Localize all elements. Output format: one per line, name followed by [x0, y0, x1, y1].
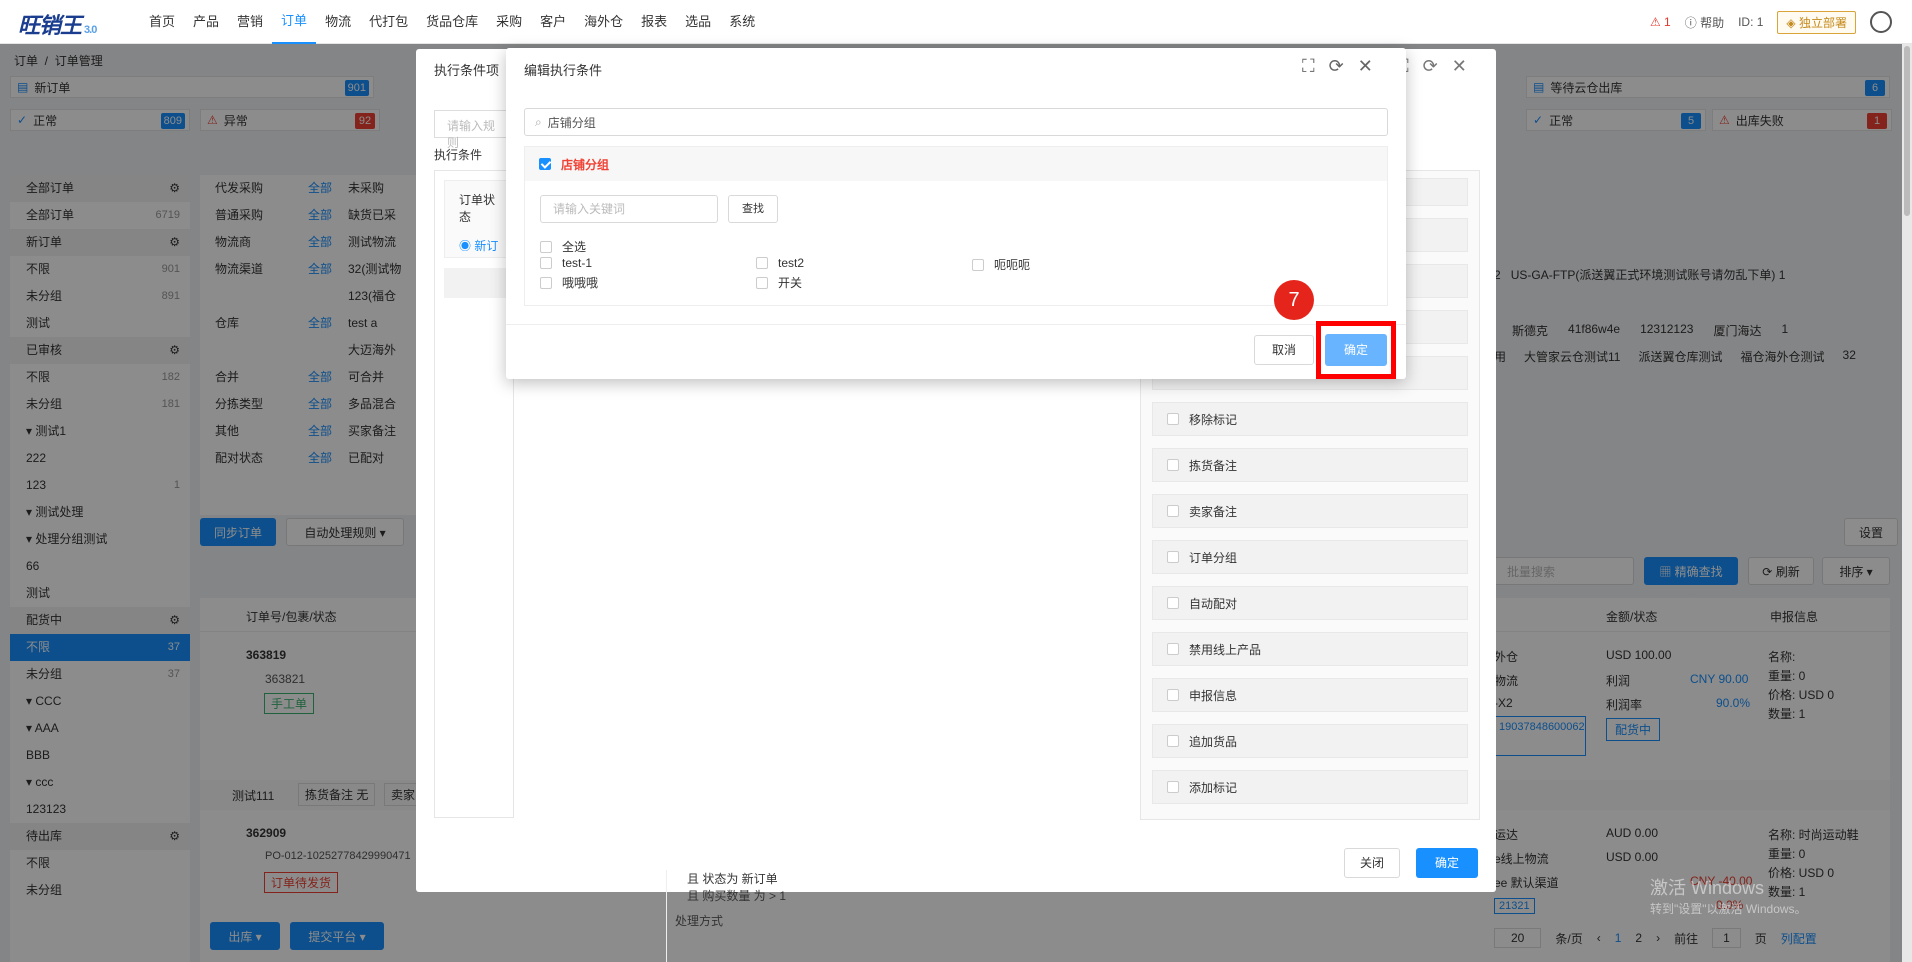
- main-nav: 首页 产品 营销 订单 物流 代打包 货品仓库 采购 客户 海外仓 报表 选品 …: [140, 0, 764, 44]
- modal1-window-controls: ⛶ ⟳ ✕: [1396, 56, 1467, 77]
- option-declaration[interactable]: 申报信息: [1152, 678, 1468, 712]
- shop-switch-checkbox[interactable]: 开关: [756, 274, 802, 291]
- nav-product[interactable]: 产品: [184, 0, 228, 44]
- option-add-mark[interactable]: 添加标记: [1152, 770, 1468, 804]
- search-icon: ⌕: [535, 114, 542, 129]
- app-logo[interactable]: 旺销王 3.0: [18, 8, 97, 40]
- fullscreen-icon[interactable]: ⛶: [1302, 56, 1315, 77]
- store-group-header[interactable]: 店铺分组: [525, 147, 1387, 181]
- nav-warehouse[interactable]: 货品仓库: [417, 0, 487, 44]
- edit-condition-title: 编辑执行条件: [524, 63, 603, 78]
- modal1-ok-button[interactable]: 确定: [1416, 848, 1478, 878]
- nav-report[interactable]: 报表: [632, 0, 676, 44]
- option-pick-note[interactable]: 拣货备注: [1152, 448, 1468, 482]
- keyword-input[interactable]: 请输入关键词: [540, 195, 718, 223]
- order-status-box: 订单状态 ◉ 新订: [444, 180, 514, 258]
- modal2-footer-divider: [506, 324, 1406, 325]
- modal2-window-controls: ⛶ ⟳ ✕: [1302, 56, 1373, 77]
- close-icon[interactable]: ✕: [1452, 56, 1467, 77]
- condition-row: [444, 268, 514, 298]
- option-order-group[interactable]: 订单分组: [1152, 540, 1468, 574]
- user-avatar-icon[interactable]: [1870, 11, 1892, 33]
- alert-indicator[interactable]: ⚠ 1: [1650, 15, 1671, 29]
- select-all-checkbox[interactable]: 全选: [540, 238, 586, 255]
- rule-search-input[interactable]: 请输入规则: [434, 110, 514, 150]
- close-icon[interactable]: ✕: [1358, 56, 1373, 77]
- condition-label: 执行条件: [434, 148, 483, 162]
- nav-logistics[interactable]: 物流: [316, 0, 360, 44]
- deploy-button[interactable]: ◈ 独立部署: [1777, 10, 1856, 34]
- nav-order[interactable]: 订单: [272, 0, 317, 44]
- option-remove-mark[interactable]: 移除标记: [1152, 402, 1468, 436]
- nav-overseas[interactable]: 海外仓: [575, 0, 632, 44]
- option-disable-online[interactable]: 禁用线上产品: [1152, 632, 1468, 666]
- find-button[interactable]: 查找: [728, 195, 778, 223]
- shop-test2-checkbox[interactable]: test2: [756, 256, 804, 270]
- nav-selection[interactable]: 选品: [676, 0, 720, 44]
- refresh-icon[interactable]: ⟳: [1423, 56, 1438, 77]
- condition-search-input[interactable]: ⌕ 店铺分组: [524, 108, 1388, 136]
- option-auto-match[interactable]: 自动配对: [1152, 586, 1468, 620]
- refresh-icon[interactable]: ⟳: [1329, 56, 1344, 77]
- nav-customer[interactable]: 客户: [531, 0, 575, 44]
- page-scrollbar[interactable]: [1902, 44, 1912, 962]
- nav-purchase[interactable]: 采购: [487, 0, 531, 44]
- shop-ooo-checkbox[interactable]: 哦哦哦: [540, 274, 598, 291]
- rule-summary: 且 状态为 新订单 且 购买数量 为 > 1 处理方式: [666, 870, 1296, 962]
- top-right-tools: ⚠ 1 ⓘ 帮助 ID: 1 ◈ 独立部署: [1650, 0, 1892, 44]
- shop-test-1-checkbox[interactable]: test-1: [540, 256, 592, 270]
- nav-marketing[interactable]: 营销: [228, 0, 272, 44]
- user-id: ID: 1: [1738, 15, 1764, 29]
- nav-system[interactable]: 系统: [720, 0, 764, 44]
- nav-home[interactable]: 首页: [140, 0, 184, 44]
- modal2-cancel-button[interactable]: 取消: [1254, 335, 1314, 365]
- option-seller-note[interactable]: 卖家备注: [1152, 494, 1468, 528]
- shop-eee-checkbox[interactable]: 呃呃呃: [972, 256, 1030, 273]
- condition-items-title: 执行条件项: [434, 63, 500, 78]
- windows-watermark-sub: 转到"设置"以激活 Windows。: [1650, 902, 1807, 916]
- help-link[interactable]: ⓘ 帮助: [1685, 14, 1724, 31]
- modal1-close-button[interactable]: 关闭: [1344, 848, 1400, 878]
- windows-watermark: 激活 Windows: [1650, 878, 1765, 898]
- modal2-ok-button[interactable]: 确定: [1325, 334, 1387, 366]
- step-number-badge: 7: [1274, 280, 1314, 320]
- option-append-goods[interactable]: 追加货品: [1152, 724, 1468, 758]
- group-checkbox[interactable]: [539, 158, 551, 170]
- nav-packing[interactable]: 代打包: [360, 0, 417, 44]
